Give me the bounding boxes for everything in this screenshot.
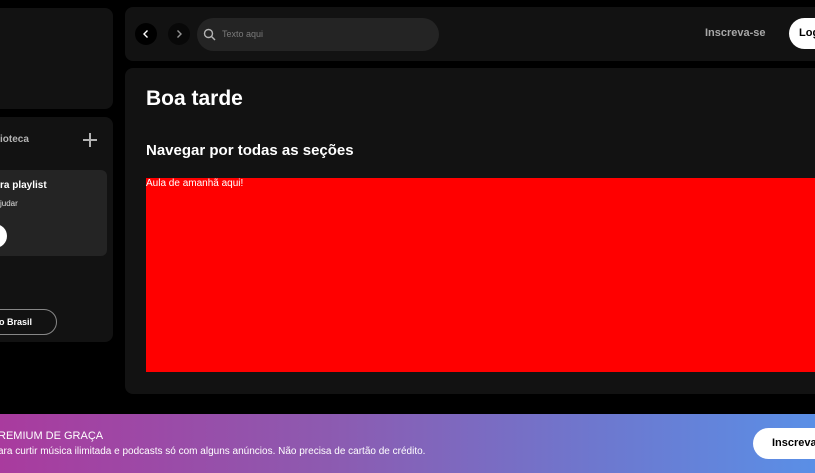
back-button[interactable] xyxy=(135,23,157,45)
chevron-right-icon xyxy=(177,30,182,38)
search-bar[interactable] xyxy=(197,18,439,51)
forward-button[interactable] xyxy=(168,23,190,45)
create-playlist-button[interactable] xyxy=(0,224,7,248)
top-bar: Inscreva-se Log xyxy=(125,7,815,61)
search-icon xyxy=(203,28,216,41)
placeholder-box: Aula de amanhã aqui! xyxy=(146,178,815,372)
plus-icon[interactable] xyxy=(81,131,99,149)
section-title: Navegar por todas as seções xyxy=(146,142,354,159)
banner-title: REMIUM DE GRAÇA xyxy=(0,430,104,442)
banner-subtitle: ara curtir música ilimitada e podcasts s… xyxy=(0,446,426,457)
placeholder-text: Aula de amanhã aqui! xyxy=(146,178,244,189)
chevron-left-icon xyxy=(143,30,148,38)
card-subtitle: judar xyxy=(0,199,18,208)
login-button[interactable]: Log xyxy=(789,18,815,49)
banner-signup-button[interactable]: Inscreva xyxy=(753,428,815,459)
signup-link[interactable]: Inscreva-se xyxy=(705,27,766,39)
main-content: Boa tarde Navegar por todas as seções Au… xyxy=(125,68,815,394)
page-title: Boa tarde xyxy=(146,87,243,110)
premium-banner[interactable]: REMIUM DE GRAÇA ara curtir música ilimit… xyxy=(0,414,815,473)
library-title[interactable]: ioteca xyxy=(0,134,29,145)
language-button[interactable]: lo Brasil xyxy=(0,309,57,335)
sidebar-library-panel: ioteca ra playlist judar lo Brasil xyxy=(0,117,113,342)
search-input[interactable] xyxy=(222,26,422,42)
card-title: ra playlist xyxy=(0,180,47,191)
create-playlist-card: ra playlist judar xyxy=(0,170,107,256)
sidebar-home-panel xyxy=(0,8,113,109)
